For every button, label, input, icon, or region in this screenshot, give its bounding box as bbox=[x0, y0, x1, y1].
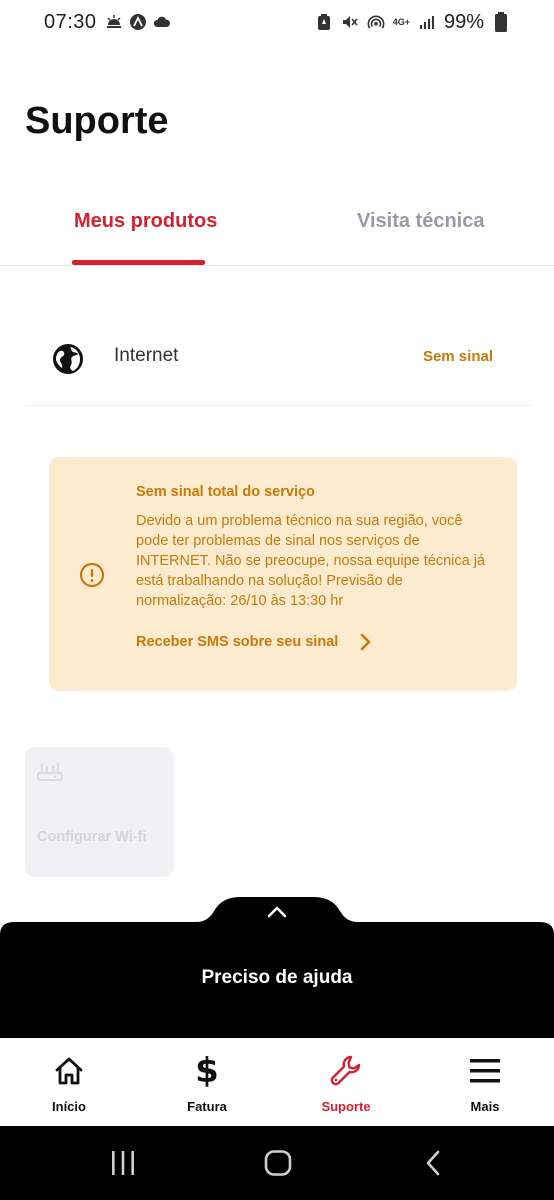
signal-icon bbox=[418, 13, 436, 31]
receive-sms-link[interactable]: Receber SMS sobre seu sinal bbox=[136, 633, 372, 651]
tab-meus-produtos[interactable]: Meus produtos bbox=[74, 210, 217, 233]
product-name: Internet bbox=[114, 345, 179, 366]
recent-apps-icon[interactable] bbox=[110, 1150, 136, 1181]
nav-label-suporte: Suporte bbox=[321, 1099, 371, 1114]
chevron-up-icon[interactable] bbox=[266, 905, 288, 919]
cloud-icon bbox=[153, 13, 171, 31]
nav-label-inicio: Início bbox=[52, 1099, 86, 1114]
back-icon[interactable] bbox=[424, 1150, 442, 1181]
weather-sun-icon bbox=[105, 13, 123, 31]
product-status: Sem sinal bbox=[422, 348, 493, 365]
configure-wifi-card[interactable]: Configurar Wi-fi bbox=[25, 747, 174, 877]
warning-icon bbox=[79, 562, 105, 588]
app-notification-icon bbox=[129, 13, 147, 31]
active-tab-indicator bbox=[72, 260, 205, 265]
alert-title: Sem sinal total do serviço bbox=[136, 484, 315, 500]
product-row-internet[interactable]: Internet Sem sinal bbox=[25, 320, 530, 406]
tab-bar: Meus produtos Visita técnica bbox=[0, 196, 554, 266]
battery-saver-icon bbox=[315, 13, 333, 31]
system-navigation-bar bbox=[0, 1126, 554, 1200]
nav-item-inicio[interactable]: Início bbox=[0, 1038, 138, 1126]
network-type-label: 4G+ bbox=[392, 16, 410, 27]
help-bottom-sheet[interactable]: Preciso de ajuda bbox=[0, 895, 554, 1038]
home-button-icon[interactable] bbox=[264, 1150, 292, 1181]
nav-label-fatura: Fatura bbox=[187, 1099, 227, 1114]
tab-visita-tecnica[interactable]: Visita técnica bbox=[357, 210, 484, 233]
chevron-right-icon bbox=[358, 633, 372, 651]
bottom-navigation: Início $ Fatura Suporte Mais bbox=[0, 1038, 554, 1126]
nav-item-mais[interactable]: Mais bbox=[416, 1038, 554, 1126]
receive-sms-label: Receber SMS sobre seu sinal bbox=[136, 634, 339, 650]
nav-item-fatura[interactable]: $ Fatura bbox=[138, 1038, 276, 1126]
mute-icon bbox=[341, 13, 359, 31]
nav-item-suporte[interactable]: Suporte bbox=[277, 1038, 415, 1126]
globe-icon bbox=[51, 342, 85, 376]
wrench-icon bbox=[329, 1054, 363, 1088]
page-title: Suporte bbox=[25, 100, 169, 142]
configure-wifi-label: Configurar Wi-fi bbox=[37, 829, 147, 845]
dollar-icon: $ bbox=[195, 1051, 219, 1091]
router-icon bbox=[37, 761, 63, 783]
help-label: Preciso de ajuda bbox=[201, 967, 353, 988]
status-bar: 07:30 4G+ 99% bbox=[0, 0, 554, 44]
home-icon bbox=[52, 1054, 86, 1088]
signal-alert-card: Sem sinal total do serviço Devido a um p… bbox=[49, 457, 517, 691]
battery-icon bbox=[492, 12, 510, 32]
alert-body: Devido a um problema técnico na sua regi… bbox=[136, 513, 485, 609]
nav-label-mais: Mais bbox=[470, 1099, 500, 1114]
battery-percent: 99% bbox=[443, 10, 484, 33]
hotspot-icon bbox=[367, 13, 385, 31]
menu-icon bbox=[468, 1054, 502, 1088]
status-time: 07:30 bbox=[44, 10, 97, 33]
